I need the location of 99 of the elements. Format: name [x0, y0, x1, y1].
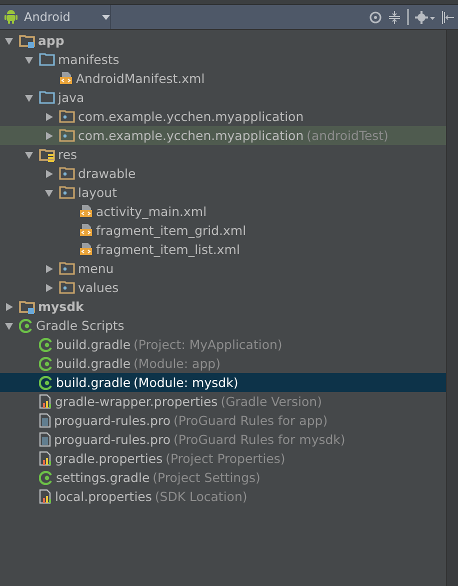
item-label: java	[58, 90, 84, 105]
xml-file-icon	[79, 204, 93, 219]
item-label: activity_main.xml	[96, 204, 207, 219]
item-note: (Project: MyApplication)	[134, 337, 282, 352]
expanded-arrow-icon[interactable]	[24, 92, 34, 102]
xml-file-icon	[59, 71, 73, 86]
gradle-icon	[19, 318, 33, 332]
tree-row[interactable]: res	[0, 145, 446, 164]
package-folder-icon	[59, 110, 75, 123]
resource-folder-icon	[39, 148, 55, 162]
item-label: Gradle Scripts	[36, 318, 124, 333]
item-label: res	[58, 147, 78, 162]
item-label: fragment_item_grid.xml	[96, 223, 246, 238]
tree-row[interactable]: app	[0, 31, 446, 50]
properties-file-icon	[39, 394, 52, 409]
tree-row[interactable]: menu	[0, 259, 446, 278]
item-label: AndroidManifest.xml	[76, 71, 205, 86]
item-note: (Project Properties)	[166, 451, 286, 466]
item-note: (ProGuard Rules for app)	[174, 413, 328, 428]
tree-row[interactable]: values	[0, 278, 446, 297]
item-label: gradle.properties	[55, 451, 163, 466]
item-label: manifests	[58, 52, 120, 67]
item-label: layout	[78, 185, 118, 200]
properties-file-icon	[39, 489, 52, 504]
folder-icon	[39, 91, 55, 104]
item-label: settings.gradle	[56, 470, 150, 485]
item-note: (Project Settings)	[152, 470, 260, 485]
module-folder-icon	[19, 34, 35, 48]
tree-row[interactable]: mysdk	[0, 297, 446, 316]
gradle-icon	[39, 470, 53, 484]
item-label: mysdk	[38, 299, 84, 314]
tree-row[interactable]: com.example.ycchen.myapplication	[0, 107, 446, 126]
tree-row[interactable]: AndroidManifest.xml	[0, 69, 446, 88]
android-icon	[4, 9, 18, 25]
tree-row[interactable]: proguard-rules.pro (ProGuard Rules for app)	[0, 411, 446, 430]
tree-row[interactable]: build.gradle (Project: MyApplication)	[0, 335, 446, 354]
item-label: gradle-wrapper.properties	[55, 394, 218, 409]
expanded-arrow-icon[interactable]	[24, 150, 34, 160]
module-folder-icon	[19, 300, 35, 314]
expanded-arrow-icon[interactable]	[44, 188, 54, 198]
item-label: com.example.ycchen.myapplication	[78, 128, 304, 143]
package-folder-icon	[59, 186, 75, 199]
gradle-icon	[39, 338, 53, 352]
hide-panel-icon[interactable]	[441, 10, 454, 24]
item-label: fragment_item_list.xml	[96, 242, 240, 257]
item-label: build.gradle	[56, 337, 131, 352]
item-label: proguard-rules.pro	[54, 413, 170, 428]
item-note: (Gradle Version)	[220, 394, 322, 409]
item-note: (Module: app)	[134, 356, 220, 371]
item-label: values	[78, 280, 119, 295]
folder-icon	[39, 53, 55, 66]
tree-row[interactable]: layout	[0, 183, 446, 202]
tree-row[interactable]: java	[0, 88, 446, 107]
collapse-all-icon[interactable]	[388, 10, 401, 24]
tree-row[interactable]: Gradle Scripts	[0, 316, 446, 335]
tree-row[interactable]: drawable	[0, 164, 446, 183]
locate-icon[interactable]	[369, 10, 382, 24]
tree-row[interactable]: settings.gradle (Project Settings)	[0, 468, 446, 487]
text-file-icon	[39, 413, 51, 428]
text-file-icon	[39, 432, 51, 447]
tree-row[interactable]: fragment_item_list.xml	[0, 240, 446, 259]
gradle-icon	[39, 376, 53, 390]
item-label: build.gradle	[56, 356, 131, 371]
collapsed-arrow-icon[interactable]	[44, 168, 54, 178]
item-label: proguard-rules.pro	[54, 432, 170, 447]
tree-row[interactable]: activity_main.xml	[0, 202, 446, 221]
item-label: build.gradle	[56, 375, 131, 390]
item-label: drawable	[78, 166, 136, 181]
view-selector[interactable]: Android	[4, 5, 111, 29]
package-folder-icon	[59, 262, 75, 275]
item-label: com.example.ycchen.myapplication	[78, 109, 304, 124]
item-note: (androidTest)	[306, 128, 388, 143]
dropdown-caret-icon[interactable]	[102, 14, 110, 20]
gradle-icon	[39, 356, 53, 370]
tree-row[interactable]: build.gradle (Module: mysdk)	[0, 373, 446, 392]
package-folder-icon	[59, 167, 75, 180]
tree-row[interactable]: fragment_item_grid.xml	[0, 221, 446, 240]
tree-row[interactable]: build.gradle (Module: app)	[0, 354, 446, 373]
item-label: app	[38, 33, 64, 48]
scrollbar[interactable]	[446, 30, 458, 586]
separator-icon	[407, 9, 409, 25]
collapsed-arrow-icon[interactable]	[4, 302, 14, 312]
tree-row[interactable]: gradle-wrapper.properties (Gradle Version)	[0, 392, 446, 411]
tree-row[interactable]: gradle.properties (Project Properties)	[0, 449, 446, 468]
xml-file-icon	[79, 242, 93, 257]
item-label: menu	[78, 261, 114, 276]
item-note: (Module: mysdk)	[134, 375, 238, 390]
item-label: local.properties	[55, 489, 152, 504]
tree-row[interactable]: com.example.ycchen.myapplication (androidTest)	[0, 126, 446, 145]
item-note: (ProGuard Rules for mysdk)	[174, 432, 346, 447]
package-folder-icon	[59, 281, 75, 294]
tree-row[interactable]: local.properties (SDK Location)	[0, 487, 446, 506]
item-note: (SDK Location)	[154, 489, 248, 504]
expanded-arrow-icon[interactable]	[4, 320, 14, 330]
tree-row[interactable]: proguard-rules.pro (ProGuard Rules for mysdk)	[0, 430, 446, 449]
package-folder-icon	[59, 129, 75, 142]
properties-file-icon	[39, 451, 52, 466]
xml-file-icon	[79, 223, 93, 238]
tree-row[interactable]: manifests	[0, 50, 446, 69]
